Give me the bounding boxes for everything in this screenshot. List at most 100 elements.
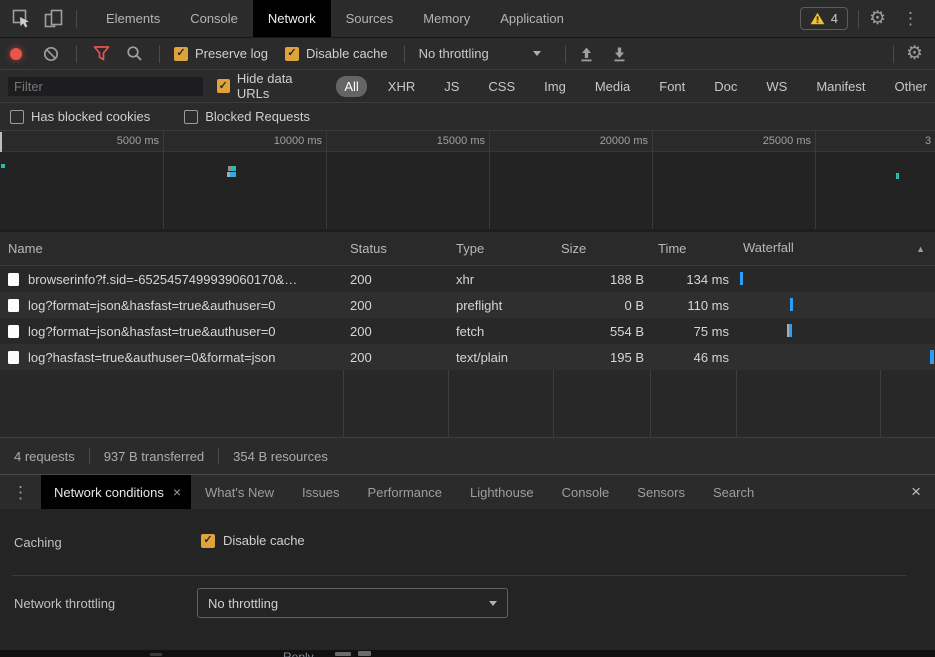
filter-type-doc[interactable]: Doc [706, 76, 745, 97]
clear-network-log-icon[interactable] [43, 46, 59, 62]
timeline-gridline [489, 131, 490, 229]
request-size: 0 B [553, 298, 650, 313]
checkbox-checked-icon: ✓ [174, 47, 188, 61]
drawer-tab-console[interactable]: Console [548, 475, 624, 509]
table-row[interactable]: log?hasfast=true&authuser=0&format=json … [0, 344, 935, 370]
drawer-tab-network-conditions[interactable]: Network conditions × [41, 475, 191, 509]
file-icon [8, 273, 19, 286]
drawer-disable-cache-checkbox[interactable]: ✓ Disable cache [201, 533, 305, 548]
column-header-waterfall[interactable]: Waterfall ▲ [736, 232, 935, 265]
divider [76, 45, 77, 63]
timeline-tick-label: 10000 ms [274, 135, 322, 147]
timeline-tick-label: 25000 ms [763, 135, 811, 147]
throttling-dropdown[interactable]: No throttling [419, 46, 541, 61]
export-har-icon[interactable] [612, 46, 627, 62]
panel-tabs: Elements Console Network Sources Memory … [91, 0, 579, 37]
network-filter-bar: ✓ Hide data URLs All XHR JS CSS Img Medi… [0, 70, 935, 103]
waterfall-bar [930, 350, 934, 364]
tab-memory[interactable]: Memory [408, 0, 485, 37]
timeline-left-tick [0, 132, 2, 152]
network-settings-gear-icon[interactable]: ⚙ [906, 44, 923, 63]
drawer-disable-cache-label: Disable cache [223, 533, 305, 548]
column-header-type[interactable]: Type [448, 241, 553, 256]
request-name: browserinfo?f.sid=-6525457499939060170&… [28, 272, 297, 287]
request-time: 134 ms [650, 272, 736, 287]
settings-gear-icon[interactable]: ⚙ [869, 9, 886, 28]
import-har-icon[interactable] [579, 46, 594, 62]
tab-console[interactable]: Console [175, 0, 253, 37]
background-blob [150, 653, 162, 656]
filter-type-all[interactable]: All [336, 76, 366, 97]
network-throttling-select[interactable]: No throttling [197, 588, 508, 618]
throttling-select-value: No throttling [208, 596, 278, 611]
filter-type-other[interactable]: Other [886, 76, 935, 97]
background-window-sliver: Reply [0, 650, 935, 657]
tab-network[interactable]: Network [253, 0, 331, 37]
timeline-gridline [815, 131, 816, 229]
timeline-gridline [326, 131, 327, 229]
waterfall-bar [740, 272, 743, 285]
more-options-icon[interactable]: ⋮ [896, 10, 925, 27]
waterfall-header-label: Waterfall [743, 240, 794, 255]
device-toolbar-button[interactable] [38, 0, 70, 37]
search-icon[interactable] [126, 45, 143, 62]
checkbox-checked-icon: ✓ [285, 47, 299, 61]
table-row[interactable]: log?format=json&hasfast=true&authuser=0 … [0, 318, 935, 344]
drawer-more-tools-icon[interactable]: ⋮ [0, 484, 41, 501]
column-header-size[interactable]: Size [553, 241, 650, 256]
file-icon [8, 299, 19, 312]
inspect-element-button[interactable] [0, 0, 38, 37]
preserve-log-label: Preserve log [195, 46, 268, 61]
column-header-status[interactable]: Status [343, 241, 448, 256]
filter-type-ws[interactable]: WS [758, 76, 795, 97]
drawer-tab-search[interactable]: Search [699, 475, 768, 509]
background-blob [335, 652, 351, 656]
filter-type-media[interactable]: Media [587, 76, 638, 97]
filter-input[interactable] [8, 77, 203, 96]
filter-type-xhr[interactable]: XHR [380, 76, 423, 97]
sort-ascending-icon: ▲ [916, 244, 925, 254]
disable-cache-checkbox[interactable]: ✓ Disable cache [285, 46, 388, 61]
network-overview-timeline[interactable]: 5000 ms 10000 ms 15000 ms 20000 ms 25000… [0, 131, 935, 232]
request-size: 195 B [553, 350, 650, 365]
timeline-gridline [163, 131, 164, 229]
timeline-request-dot [231, 166, 236, 171]
devtools-window: Elements Console Network Sources Memory … [0, 0, 935, 657]
drawer-tab-performance[interactable]: Performance [354, 475, 456, 509]
close-tab-icon[interactable]: × [173, 484, 181, 500]
request-type: text/plain [448, 350, 553, 365]
drawer-tab-whats-new[interactable]: What's New [191, 475, 288, 509]
table-row[interactable]: browserinfo?f.sid=-6525457499939060170&…… [0, 266, 935, 292]
hide-data-urls-checkbox[interactable]: ✓ Hide data URLs [217, 71, 325, 101]
issues-counter-button[interactable]: 4 [800, 7, 848, 30]
drawer-tab-sensors[interactable]: Sensors [623, 475, 699, 509]
column-header-name[interactable]: Name [0, 241, 343, 256]
tab-elements[interactable]: Elements [91, 0, 175, 37]
has-blocked-cookies-checkbox[interactable]: Has blocked cookies [10, 109, 150, 124]
checkbox-unchecked-icon [10, 110, 24, 124]
filter-type-font[interactable]: Font [651, 76, 693, 97]
filter-type-css[interactable]: CSS [480, 76, 523, 97]
record-network-log-button[interactable] [10, 48, 22, 60]
request-status: 200 [343, 324, 448, 339]
filter-type-js[interactable]: JS [436, 76, 467, 97]
timeline-request-dot [230, 172, 236, 177]
drawer-tab-label: Network conditions [54, 485, 164, 500]
close-drawer-icon[interactable]: × [897, 482, 935, 502]
column-header-time[interactable]: Time [650, 241, 736, 256]
divider [404, 45, 405, 63]
tab-application[interactable]: Application [485, 0, 579, 37]
timeline-request-dot [896, 173, 899, 179]
tab-sources[interactable]: Sources [331, 0, 409, 37]
preserve-log-checkbox[interactable]: ✓ Preserve log [174, 46, 268, 61]
request-time: 46 ms [650, 350, 736, 365]
waterfall-cell [736, 344, 935, 370]
drawer-tab-lighthouse[interactable]: Lighthouse [456, 475, 548, 509]
inspect-cursor-icon [12, 9, 32, 29]
filter-funnel-icon[interactable] [93, 46, 110, 61]
filter-type-manifest[interactable]: Manifest [808, 76, 873, 97]
filter-type-img[interactable]: Img [536, 76, 574, 97]
drawer-tab-issues[interactable]: Issues [288, 475, 354, 509]
table-row[interactable]: log?format=json&hasfast=true&authuser=0 … [0, 292, 935, 318]
blocked-requests-checkbox[interactable]: Blocked Requests [184, 109, 310, 124]
